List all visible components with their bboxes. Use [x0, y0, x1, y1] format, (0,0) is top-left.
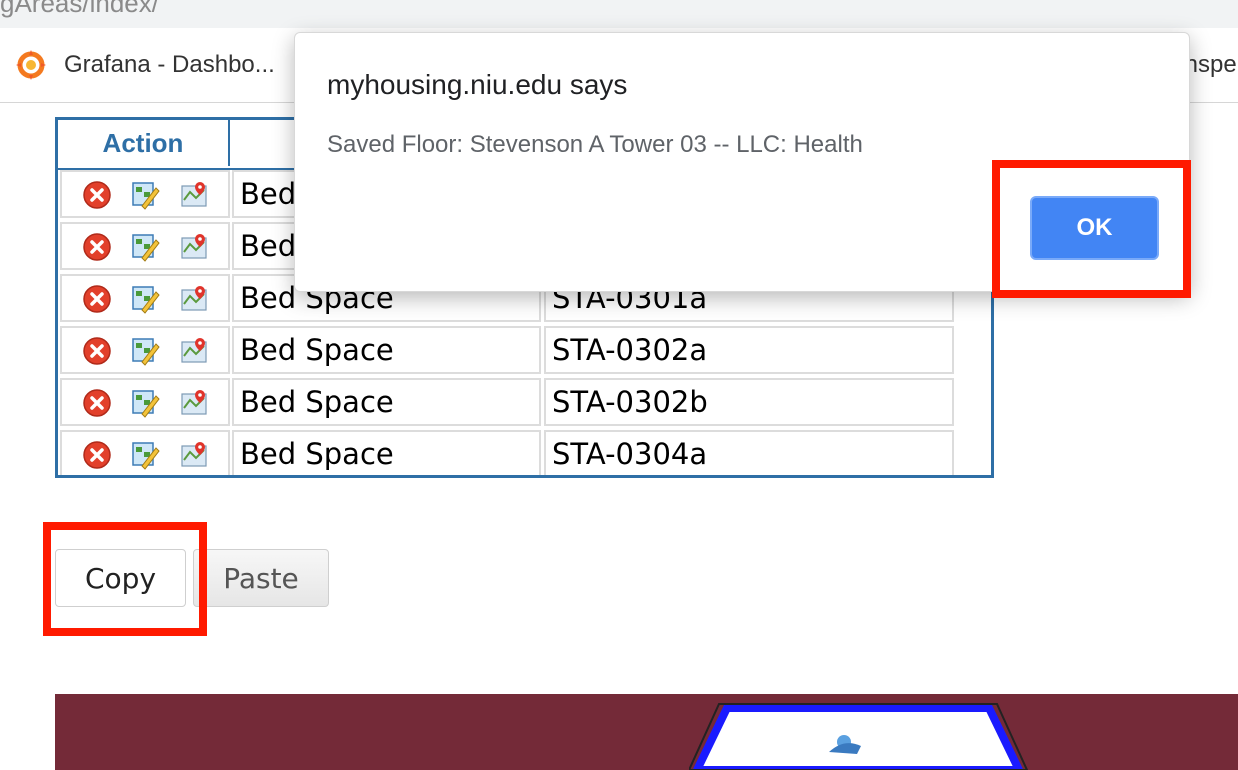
- dialog-title: myhousing.niu.edu says: [327, 69, 628, 100]
- code-cell: STA-0302a: [544, 326, 954, 374]
- type-cell: Bed Space: [232, 430, 541, 475]
- action-cell: [60, 430, 230, 475]
- map-icon[interactable]: [180, 284, 210, 314]
- delete-icon[interactable]: [82, 232, 112, 262]
- action-cell: [60, 222, 230, 270]
- grafana-icon: [16, 50, 46, 80]
- header-action[interactable]: Action: [58, 120, 230, 166]
- highlight-copy: [43, 522, 207, 636]
- type-cell: Bed Space: [232, 378, 541, 426]
- table-row: Bed Space STA-0304a: [58, 428, 991, 475]
- action-cell: [60, 326, 230, 374]
- dialog-message: Saved Floor: Stevenson A Tower 03 -- LLC…: [327, 131, 863, 158]
- delete-icon[interactable]: [82, 180, 112, 210]
- banner-logo: [689, 703, 1029, 770]
- code-cell: STA-0304a: [544, 430, 954, 475]
- edit-icon[interactable]: [130, 388, 160, 418]
- edit-icon[interactable]: [130, 336, 160, 366]
- edit-icon[interactable]: [130, 284, 160, 314]
- bookmark-grafana[interactable]: Grafana - Dashbo...: [14, 28, 275, 102]
- map-icon[interactable]: [180, 388, 210, 418]
- edit-icon[interactable]: [130, 440, 160, 470]
- url-text: gAreas/index/: [0, 0, 159, 18]
- delete-icon[interactable]: [82, 388, 112, 418]
- paste-button[interactable]: Paste: [193, 549, 329, 607]
- code-cell: STA-0302b: [544, 378, 954, 426]
- edit-icon[interactable]: [130, 180, 160, 210]
- footer-banner: [55, 694, 1238, 770]
- bookmark-label: Grafana - Dashbo...: [64, 51, 275, 78]
- map-icon[interactable]: [180, 180, 210, 210]
- edit-icon[interactable]: [130, 232, 160, 262]
- highlight-ok: [992, 160, 1191, 298]
- table-row: Bed Space STA-0302b: [58, 376, 991, 428]
- delete-icon[interactable]: [82, 336, 112, 366]
- address-bar[interactable]: gAreas/index/: [0, 0, 1238, 28]
- map-icon[interactable]: [180, 440, 210, 470]
- table-row: Bed Space STA-0302a: [58, 324, 991, 376]
- action-cell: [60, 274, 230, 322]
- type-cell: Bed Space: [232, 326, 541, 374]
- delete-icon[interactable]: [82, 440, 112, 470]
- action-cell: [60, 378, 230, 426]
- action-cell: [60, 170, 230, 218]
- delete-icon[interactable]: [82, 284, 112, 314]
- map-icon[interactable]: [180, 336, 210, 366]
- map-icon[interactable]: [180, 232, 210, 262]
